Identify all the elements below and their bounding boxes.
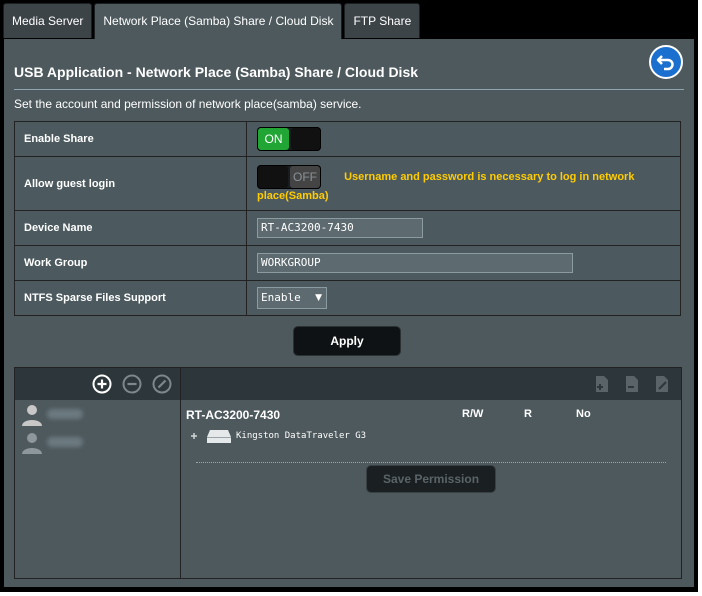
expand-icon[interactable] xyxy=(190,432,198,440)
tab-samba-share[interactable]: Network Place (Samba) Share / Cloud Disk xyxy=(94,3,343,40)
user-list xyxy=(15,401,180,457)
dropdown-arrow-icon: ▼ xyxy=(315,293,322,303)
allow-guest-toggle[interactable]: OFF xyxy=(257,165,321,190)
permission-toolbar xyxy=(15,368,681,400)
row-enable-share: Enable Share ON xyxy=(14,121,681,157)
add-user-icon[interactable] xyxy=(92,374,112,394)
ntfs-sparse-select[interactable]: Enable ▼ xyxy=(257,287,327,309)
toggle-on-label: ON xyxy=(258,128,289,150)
user-icon xyxy=(22,433,42,454)
apply-button[interactable]: Apply xyxy=(294,327,400,355)
work-group-input[interactable]: WORKGROUP xyxy=(257,253,573,273)
ntfs-sparse-label: NTFS Sparse Files Support xyxy=(14,280,247,316)
remove-user-icon[interactable] xyxy=(122,374,142,394)
row-work-group: Work Group WORKGROUP xyxy=(14,245,681,281)
user-item[interactable] xyxy=(15,401,180,429)
col-read-write: R/W xyxy=(462,408,484,420)
window-frame: Media Server Network Place (Samba) Share… xyxy=(0,0,698,592)
user-item[interactable] xyxy=(15,429,180,457)
toggle-knob xyxy=(290,128,320,150)
edit-folder-icon[interactable] xyxy=(652,374,672,394)
row-ntfs-sparse: NTFS Sparse Files Support Enable ▼ xyxy=(14,280,681,316)
main-panel: USB Application - Network Place (Samba) … xyxy=(4,39,694,587)
user-name-blurred xyxy=(47,437,83,447)
back-arrow-icon xyxy=(656,55,674,71)
toggle-knob xyxy=(258,166,288,189)
row-device-name: Device Name RT-AC3200-7430 xyxy=(14,210,681,246)
work-group-label: Work Group xyxy=(14,245,247,281)
device-name-label: Device Name xyxy=(14,210,247,246)
enable-share-toggle[interactable]: ON xyxy=(257,127,321,151)
page-title: USB Application - Network Place (Samba) … xyxy=(14,64,419,80)
title-divider xyxy=(14,89,684,90)
allow-guest-label: Allow guest login xyxy=(14,156,247,211)
disk-name: Kingston DataTraveler G3 xyxy=(236,431,367,441)
device-name-input[interactable]: RT-AC3200-7430 xyxy=(257,218,423,238)
toggle-off-label: OFF xyxy=(290,166,320,189)
user-name-blurred xyxy=(47,409,83,419)
panel-divider xyxy=(180,368,181,578)
tab-bar: Media Server Network Place (Samba) Share… xyxy=(3,3,422,40)
enable-share-label: Enable Share xyxy=(14,121,247,157)
dotted-divider xyxy=(196,462,666,463)
settings-table: Enable Share ON Allow guest login OFF Us… xyxy=(14,121,681,316)
ntfs-sparse-value: Enable xyxy=(261,291,301,304)
add-folder-icon[interactable] xyxy=(592,374,612,394)
edit-user-icon[interactable] xyxy=(152,374,172,394)
user-icon xyxy=(22,405,42,426)
tab-media-server[interactable]: Media Server xyxy=(3,3,93,38)
delete-folder-icon[interactable] xyxy=(622,374,642,394)
col-read: R xyxy=(524,408,532,420)
usb-drive-icon xyxy=(207,430,231,443)
row-allow-guest: Allow guest login OFF Username and passw… xyxy=(14,156,681,211)
save-permission-button[interactable]: Save Permission xyxy=(367,466,495,492)
permission-panel: RT-AC3200-7430 R/W R No Kingston DataTra… xyxy=(14,367,682,579)
page-description: Set the account and permission of networ… xyxy=(14,97,362,111)
back-button[interactable] xyxy=(649,45,683,79)
col-no-access: No xyxy=(576,408,591,420)
share-device-name: RT-AC3200-7430 xyxy=(186,408,281,422)
disk-item[interactable]: Kingston DataTraveler G3 xyxy=(190,428,366,444)
tab-ftp-share[interactable]: FTP Share xyxy=(344,3,421,38)
